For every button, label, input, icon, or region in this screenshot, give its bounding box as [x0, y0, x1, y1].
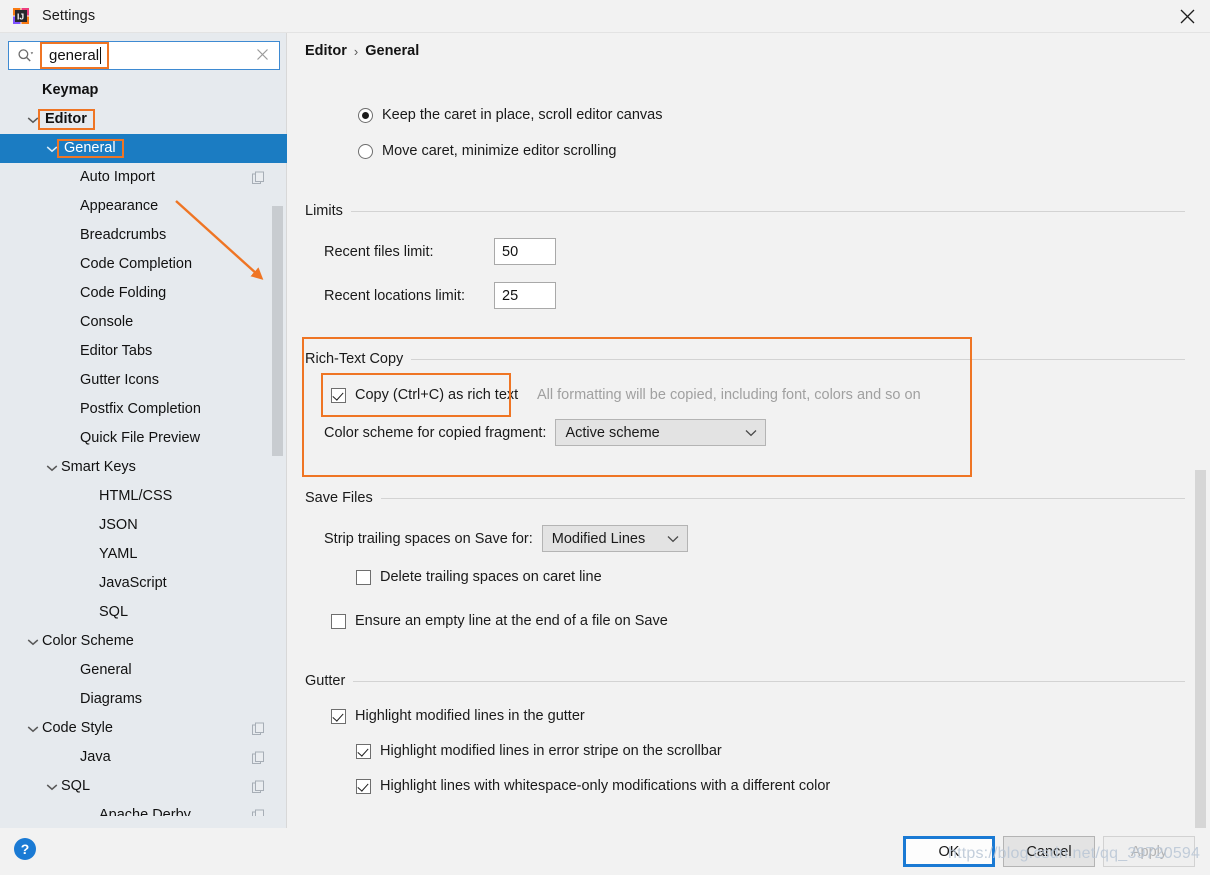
settings-sidebar: general Keymap Editor General Auto Import Ap… — [0, 33, 287, 828]
settings-content-panel: Editor › General Keep the caret in place… — [288, 33, 1210, 828]
group-divider — [411, 358, 1185, 360]
group-title-text: Rich-Text Copy — [305, 351, 404, 367]
checkbox-highlight-whitespace-only-modifications[interactable]: Highlight lines with whitespace-only mod… — [356, 778, 830, 794]
watermark-text: https://blog.csdn.net/qq_39720594 — [948, 845, 1201, 862]
title-bar: IJ Settings — [0, 0, 1210, 33]
group-divider — [380, 497, 1185, 499]
checkbox-icon[interactable] — [331, 387, 346, 403]
checkbox-icon[interactable] — [356, 743, 371, 759]
checkbox-icon[interactable] — [331, 708, 346, 724]
radio-label: Keep the caret in place, scroll editor c… — [382, 107, 663, 123]
hint-text: All formatting will be copied, including… — [537, 387, 921, 403]
strip-trailing-spaces-combobox[interactable]: Modified Lines — [541, 525, 688, 552]
intellij-idea-icon: IJ — [12, 7, 30, 25]
combobox-value: Modified Lines — [551, 530, 646, 547]
group-gutter: Gutter — [305, 673, 1185, 689]
group-title-text: Save Files — [305, 490, 373, 506]
recent-locations-limit-input[interactable]: 25 — [494, 282, 556, 309]
breadcrumb: Editor › General — [305, 43, 419, 59]
field-color-scheme-copied-fragment: Color scheme for copied fragment: Active… — [324, 419, 767, 446]
radio-move-caret[interactable]: Move caret, minimize editor scrolling — [358, 143, 617, 159]
checkbox-label: Highlight lines with whitespace-only mod… — [380, 778, 831, 794]
checkbox-icon[interactable] — [356, 778, 371, 794]
content-scrollbar-thumb[interactable] — [1195, 470, 1206, 828]
group-title: Gutter — [305, 673, 1185, 689]
breadcrumb-separator-icon: › — [353, 43, 359, 59]
group-title-text: Gutter — [305, 673, 346, 689]
close-icon[interactable] — [1164, 0, 1210, 33]
checkbox-copy-as-rich-text[interactable]: Copy (Ctrl+C) as rich text — [331, 387, 518, 403]
field-label: Recent files limit: — [324, 243, 434, 260]
settings-dialog: IJ Settings general Keymap Editor Genera… — [0, 0, 1210, 875]
field-recent-locations-limit: Recent locations limit: 25 — [324, 282, 556, 309]
group-limits: Limits — [305, 203, 1185, 219]
field-label: Strip trailing spaces on Save for: — [324, 530, 533, 547]
checkbox-delete-trailing-spaces-caret-line[interactable]: Delete trailing spaces on caret line — [356, 569, 602, 585]
group-title: Save Files — [305, 490, 1185, 506]
group-title-text: Limits — [305, 203, 343, 219]
help-button[interactable]: ? — [14, 838, 36, 860]
group-rich-text-copy: Rich-Text Copy — [305, 351, 1185, 367]
recent-files-limit-input[interactable]: 50 — [494, 238, 556, 265]
checkbox-label: Copy (Ctrl+C) as rich text — [355, 387, 519, 403]
checkbox-icon[interactable] — [331, 613, 346, 629]
checkbox-ensure-empty-line[interactable]: Ensure an empty line at the end of a fil… — [331, 613, 668, 629]
radio-label: Move caret, minimize editor scrolling — [382, 143, 617, 159]
svg-text:IJ: IJ — [17, 12, 24, 22]
breadcrumb-current: General — [365, 43, 420, 59]
field-strip-trailing-spaces: Strip trailing spaces on Save for: Modif… — [324, 525, 688, 552]
radio-keep-caret-in-place[interactable]: Keep the caret in place, scroll editor c… — [358, 107, 662, 123]
checkbox-label: Highlight modified lines in the gutter — [355, 708, 585, 724]
radio-icon[interactable] — [358, 143, 373, 159]
checkbox-highlight-modified-lines-error-stripe[interactable]: Highlight modified lines in error stripe… — [356, 743, 722, 759]
checkbox-label: Ensure an empty line at the end of a fil… — [355, 613, 668, 629]
breadcrumb-parent[interactable]: Editor — [305, 43, 347, 59]
field-recent-files-limit: Recent files limit: 50 — [324, 238, 556, 265]
color-scheme-combobox[interactable]: Active scheme — [555, 419, 767, 446]
checkbox-label: Delete trailing spaces on caret line — [380, 569, 602, 585]
checkbox-highlight-modified-lines-gutter[interactable]: Highlight modified lines in the gutter — [331, 708, 585, 724]
radio-icon[interactable] — [358, 107, 373, 123]
field-label: Recent locations limit: — [324, 287, 466, 304]
group-title: Rich-Text Copy — [305, 351, 1185, 367]
checkbox-label: Highlight modified lines in error stripe… — [380, 743, 722, 759]
rich-text-copy-hint: All formatting will be copied, including… — [537, 387, 921, 403]
group-save-files: Save Files — [305, 490, 1185, 506]
chevron-down-icon — [653, 535, 679, 543]
group-title: Limits — [305, 203, 1185, 219]
checkbox-icon[interactable] — [356, 569, 371, 585]
chevron-down-icon — [731, 429, 757, 437]
field-label: Color scheme for copied fragment: — [324, 424, 547, 441]
annotation-arrow — [175, 200, 264, 280]
group-divider — [353, 680, 1185, 682]
group-divider — [350, 210, 1185, 212]
combobox-value: Active scheme — [565, 424, 660, 441]
window-title: Settings — [42, 8, 96, 24]
